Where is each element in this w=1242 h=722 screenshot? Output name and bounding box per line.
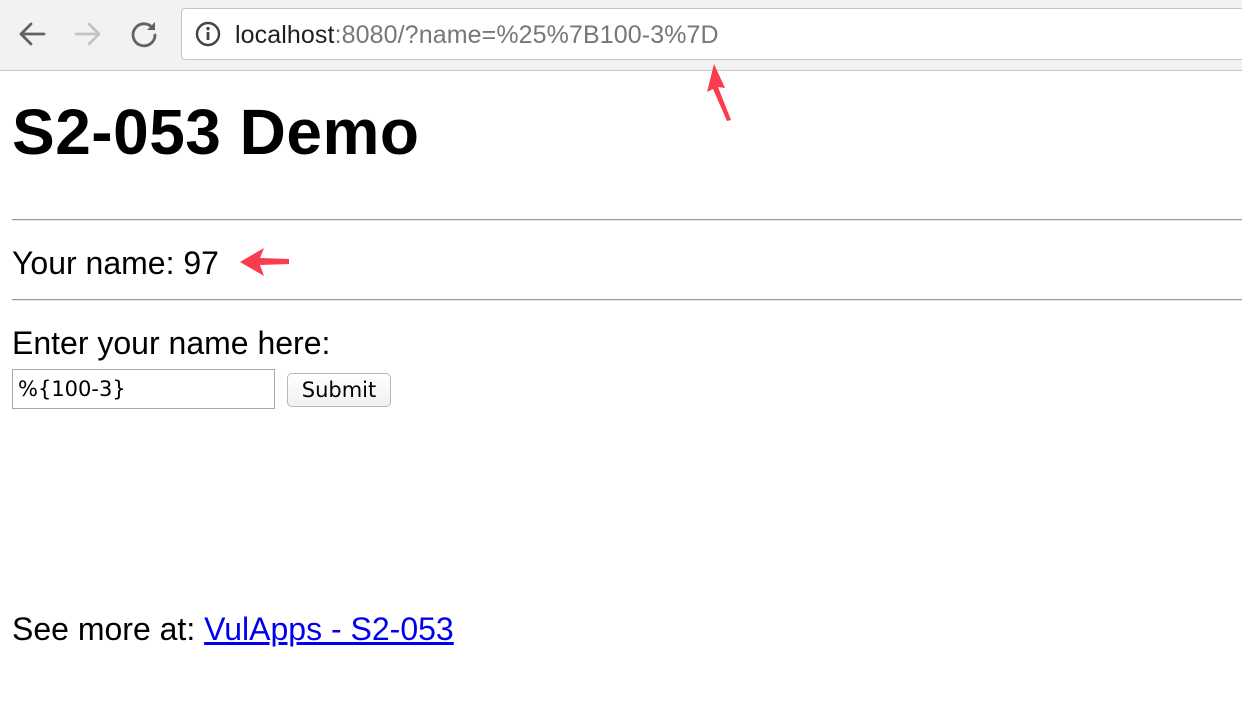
submit-button[interactable]: Submit [287,373,391,407]
red-arrow-icon [240,248,289,276]
divider [12,299,1242,301]
browser-toolbar: localhost:8080/?name=%25%7B100-3%7D [0,0,1242,71]
forward-arrow-icon [74,22,101,46]
back-button[interactable] [12,14,52,54]
name-output: Your name: 97 [12,244,219,282]
name-value: 97 [183,245,219,281]
name-input[interactable] [12,369,275,409]
name-label: Your name: [12,245,184,281]
vulapps-link[interactable]: VulApps - S2-053 [204,611,454,647]
reload-button[interactable] [124,14,164,54]
url-path: :8080/?name=%25%7B100-3%7D [334,21,719,49]
footer-prefix: See more at: [12,611,205,647]
input-prompt: Enter your name here: [12,325,331,361]
url-text[interactable]: localhost:8080/?name=%25%7B100-3%7D [235,20,719,50]
back-arrow-icon [19,22,46,46]
info-icon[interactable] [195,21,221,47]
page-title: S2-053 Demo [12,96,420,168]
forward-button[interactable] [68,14,108,54]
red-arrow-icon [707,64,731,121]
reload-icon [131,22,157,48]
footer: See more at: VulApps - S2-053 [12,610,454,648]
page-content: S2-053 Demo Your name: 97 Enter your nam… [0,72,1242,722]
url-host: localhost [235,21,335,49]
address-bar[interactable]: localhost:8080/?name=%25%7B100-3%7D [181,8,1242,60]
divider [12,219,1242,221]
